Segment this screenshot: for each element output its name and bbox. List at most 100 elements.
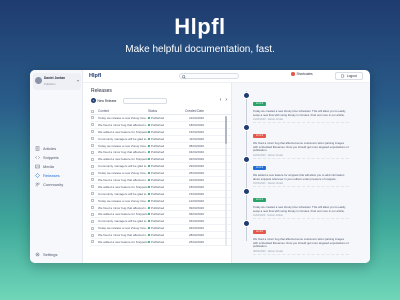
table-row[interactable]: Today we release a new Zonay time... Publ… xyxy=(91,143,231,150)
logout-button[interactable]: Logout xyxy=(335,72,363,80)
releases-toolbar: + New Release ‹ › xyxy=(91,97,227,105)
timeline-entry[interactable]: v1.2.1 Today we created a new Zonay time … xyxy=(253,187,349,220)
status-badge: Published xyxy=(151,143,165,148)
row-checkbox[interactable] xyxy=(91,185,94,189)
row-checkbox[interactable] xyxy=(91,212,94,216)
status-dot-icon xyxy=(148,240,150,243)
table-row[interactable]: We added a new feature for Snippets... Pu… xyxy=(91,129,231,136)
timeline-entry[interactable]: v1.2.3 We fixed a minor bug that affected… xyxy=(253,123,349,159)
row-content: Community managers will be glad to... xyxy=(98,164,148,169)
row-checkbox[interactable] xyxy=(91,178,94,182)
new-release-button[interactable]: + New Release xyxy=(91,98,116,103)
status-dot-icon xyxy=(148,165,150,168)
table-row[interactable]: We fixed a minor bug that affected s... P… xyxy=(91,122,231,129)
timeline-entry[interactable]: v1.2.4 Today we created a new Zonay time … xyxy=(253,91,349,124)
plus-icon: + xyxy=(91,98,96,103)
table-row[interactable]: Today we release a new Zonay time... Publ… xyxy=(91,198,231,205)
table-row[interactable]: Today we release a new Zonay time... Publ… xyxy=(91,115,231,122)
table-row[interactable]: We fixed a minor bug that affected s... P… xyxy=(91,205,231,212)
row-checkbox[interactable] xyxy=(91,206,94,210)
table-row[interactable]: We fixed a minor bug that affected s... P… xyxy=(91,177,231,184)
row-status: Published xyxy=(148,123,178,127)
timeline-dot xyxy=(243,124,250,131)
sidebar-item-articles[interactable]: Articles xyxy=(30,144,83,153)
timeline-entry[interactable]: v1.2.2 We added a new feature for snippet… xyxy=(253,155,349,188)
table-row[interactable]: Community managers will be glad to... Pub… xyxy=(91,218,231,226)
row-checkbox[interactable] xyxy=(91,164,94,168)
row-date: 06/03/2020 xyxy=(188,212,204,217)
status-dot-icon xyxy=(148,199,150,202)
scrollbar-thumb[interactable] xyxy=(225,116,227,144)
column-header-content[interactable]: Content xyxy=(98,109,148,113)
table-row[interactable]: Today we release a new Zonay time... Publ… xyxy=(91,225,231,233)
row-checkbox-cell xyxy=(91,185,98,189)
row-checkbox[interactable] xyxy=(91,192,94,196)
row-content: We fixed a minor bug that affected s... xyxy=(98,177,148,182)
row-checkbox[interactable] xyxy=(91,150,94,154)
row-checkbox-cell xyxy=(91,226,98,230)
user-menu[interactable]: Daniel Jordan Publisher ▾ xyxy=(33,73,81,90)
avatar xyxy=(35,77,42,84)
row-content: Today we release a new Zonay time... xyxy=(98,143,148,148)
chevron-left-icon[interactable]: ‹ xyxy=(220,97,222,103)
row-checkbox[interactable] xyxy=(91,123,94,127)
sidebar-item-snippets[interactable]: Snippets xyxy=(30,153,83,162)
sidebar-item-community[interactable]: Community xyxy=(30,180,83,189)
status-dot-icon xyxy=(148,192,150,195)
sidebar-item-label: Articles xyxy=(43,146,57,151)
timeline-entry[interactable]: v1.2.0 We fixed a minor bug that affected… xyxy=(253,219,349,255)
status-badge: Published xyxy=(151,177,165,182)
sidebar-item-releases[interactable]: Releases xyxy=(30,171,83,180)
column-header-date[interactable]: Created Date xyxy=(178,109,204,113)
sidebar-item-settings[interactable]: Settings xyxy=(35,252,57,257)
logout-icon xyxy=(341,74,345,78)
row-checkbox[interactable] xyxy=(91,171,94,175)
row-content: Community managers will be glad to... xyxy=(98,136,148,141)
shortcodes-button[interactable]: Shortcodes xyxy=(291,72,313,76)
table-row[interactable]: Community managers will be glad to... Pub… xyxy=(91,163,231,171)
row-checkbox[interactable] xyxy=(91,240,94,244)
status-dot-icon xyxy=(148,227,150,230)
table-row[interactable]: Community managers will be glad to... Pub… xyxy=(91,136,231,143)
table-row[interactable]: Today we release a new Zonay time... Publ… xyxy=(91,170,231,178)
table-scrollbar[interactable] xyxy=(225,116,227,246)
row-checkbox-cell xyxy=(91,123,98,127)
table-row[interactable]: We fixed a minor bug that affected s... P… xyxy=(91,232,231,240)
people-icon xyxy=(35,182,40,187)
version-badge: v1.2.0 xyxy=(253,230,267,234)
row-date: 09/03/2020 xyxy=(188,205,204,210)
header-checkbox-cell xyxy=(91,109,98,113)
row-checkbox[interactable] xyxy=(91,144,94,147)
chevron-right-icon[interactable]: › xyxy=(225,97,227,103)
new-release-label: New Release xyxy=(97,98,117,103)
row-checkbox[interactable] xyxy=(91,199,94,203)
table-row[interactable]: We fixed a minor bug that affected s... P… xyxy=(91,149,231,157)
row-content: We fixed a minor bug that affected s... xyxy=(98,122,148,127)
row-checkbox-cell xyxy=(91,206,98,210)
row-status: Published xyxy=(148,185,178,189)
column-header-status[interactable]: Status xyxy=(148,109,178,113)
releases-search-input[interactable] xyxy=(123,98,167,104)
table-row[interactable]: Community managers will be glad to... Pub… xyxy=(91,191,231,198)
row-checkbox[interactable] xyxy=(91,157,94,161)
row-checkbox[interactable] xyxy=(91,137,94,141)
table-row[interactable]: We added a new feature for Snippets... Pu… xyxy=(91,239,231,246)
status-dot-icon xyxy=(148,220,150,223)
row-checkbox[interactable] xyxy=(91,116,94,120)
user-role: Publisher xyxy=(44,82,56,86)
row-status: Published xyxy=(148,144,178,148)
global-search-input[interactable] xyxy=(179,73,239,79)
row-date: 29/03/2020 xyxy=(188,164,204,169)
sidebar-item-label: Media xyxy=(43,164,54,169)
sidebar-item-media[interactable]: Media xyxy=(30,162,83,171)
status-dot-icon xyxy=(148,151,150,154)
table-row[interactable]: We added a new feature for Snippets... Pu… xyxy=(91,156,231,164)
row-checkbox[interactable] xyxy=(91,233,94,237)
table-row[interactable]: We added a new feature for Snippets... Pu… xyxy=(91,184,231,191)
row-checkbox[interactable] xyxy=(91,226,94,230)
row-checkbox[interactable] xyxy=(91,219,94,223)
row-content: Today we release a new Zonay time... xyxy=(98,115,148,120)
select-all-checkbox[interactable] xyxy=(91,109,94,113)
table-row[interactable]: We added a new feature for Snippets... Pu… xyxy=(91,211,231,219)
row-checkbox[interactable] xyxy=(91,130,94,134)
